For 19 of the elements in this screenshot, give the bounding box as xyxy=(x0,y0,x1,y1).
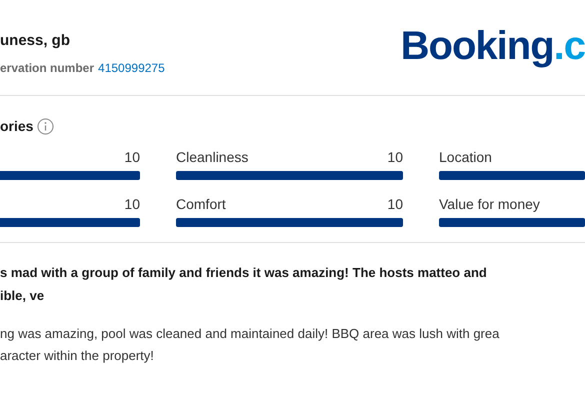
section-title: ories xyxy=(0,117,34,136)
reservation-number-link[interactable]: 4150999275 xyxy=(98,58,165,76)
category-score: 10 xyxy=(387,195,403,212)
reservation-label: ervation number xyxy=(0,60,94,76)
review-text-line: aracter within the property! xyxy=(0,347,155,365)
logo-suffix: .c xyxy=(554,23,585,70)
category-label: Location xyxy=(439,148,492,165)
category-label: Value for money xyxy=(439,195,540,212)
category-label: Cleanliness xyxy=(176,148,248,165)
guest-name: uness, gb xyxy=(0,31,72,51)
review-text-line: ng was amazing, pool was cleaned and maintained daily! BBQ area was lush with grea xyxy=(0,325,500,343)
logo-wordmark: Booking xyxy=(400,23,554,70)
review-title-line: ible, ve xyxy=(0,287,46,305)
category-score: 10 xyxy=(124,195,140,212)
category-score: 10 xyxy=(387,148,403,165)
category-score: 10 xyxy=(124,148,140,165)
category-label: Comfort xyxy=(176,195,226,212)
review-title-line: s mad with a group of family and friends it was amazing! The hosts matteo and xyxy=(0,264,488,282)
info-icon[interactable] xyxy=(37,118,54,135)
